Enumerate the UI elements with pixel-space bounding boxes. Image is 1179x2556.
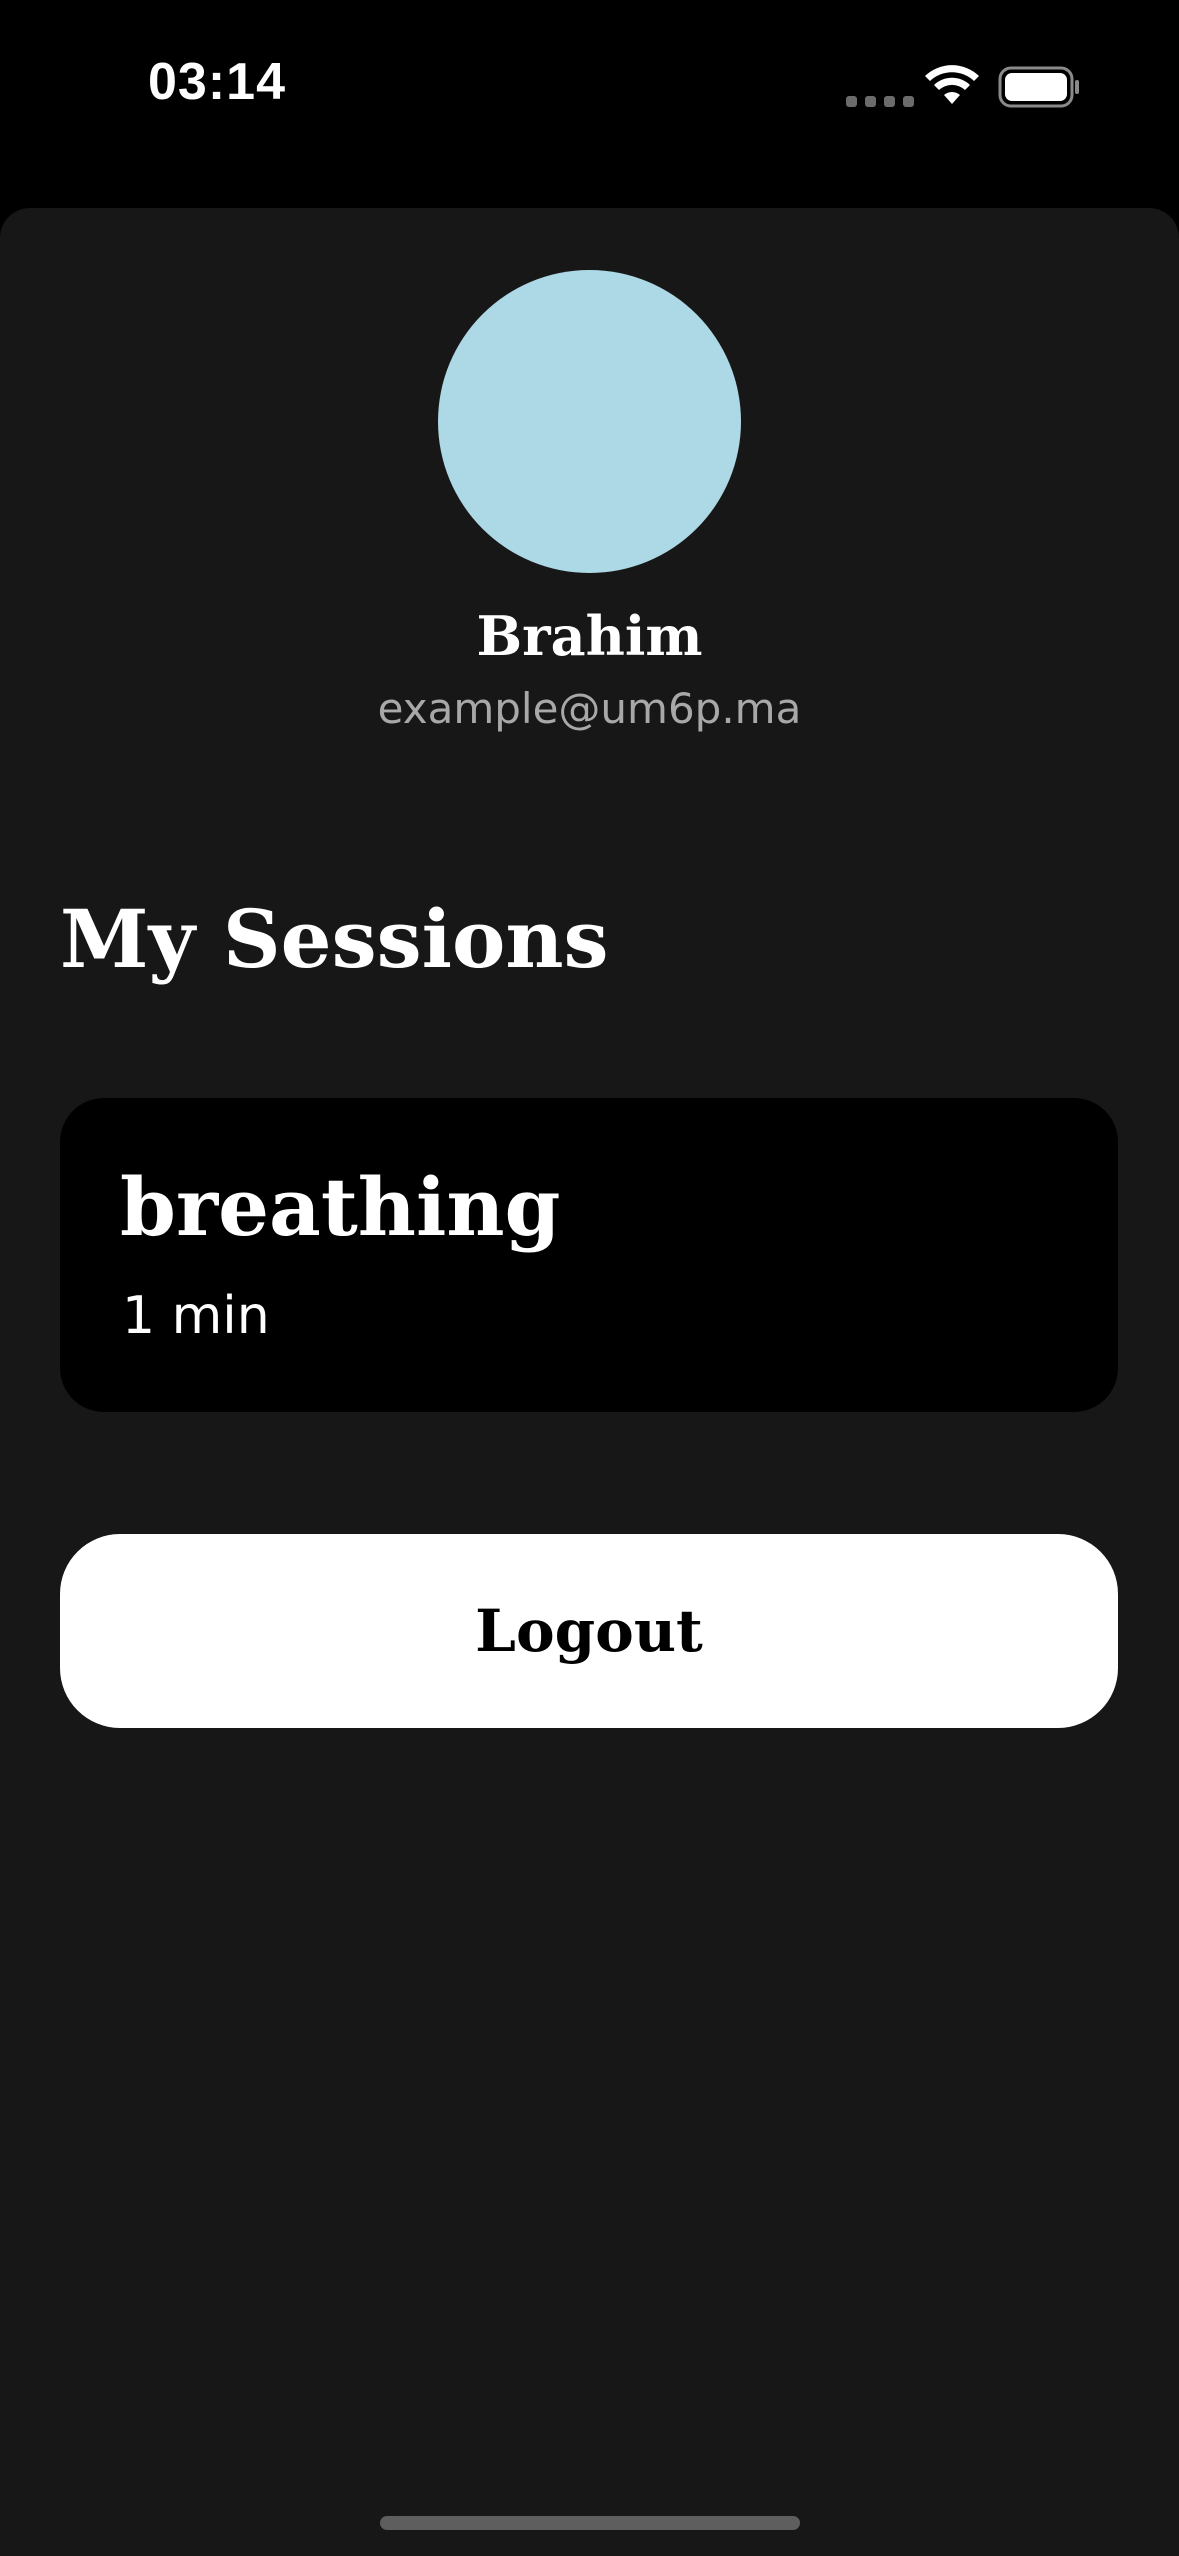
wifi-icon	[925, 65, 979, 104]
session-title: breathing	[120, 1160, 561, 1254]
profile-name: Brahim	[476, 604, 703, 668]
profile-email: example@um6p.ma	[377, 684, 802, 733]
signal-dots-icon	[846, 96, 914, 107]
status-time: 03:14	[148, 53, 286, 111]
logout-button[interactable]: Logout	[60, 1534, 1118, 1728]
session-card[interactable]: breathing 1 min	[60, 1098, 1118, 1412]
logout-label: Logout	[475, 1597, 703, 1665]
battery-icon	[998, 66, 1079, 108]
home-indicator[interactable]	[380, 2516, 800, 2530]
status-bar: 03:14	[0, 0, 1179, 200]
sessions-heading: My Sessions	[60, 892, 609, 986]
avatar	[438, 270, 741, 573]
session-duration: 1 min	[122, 1286, 270, 1346]
